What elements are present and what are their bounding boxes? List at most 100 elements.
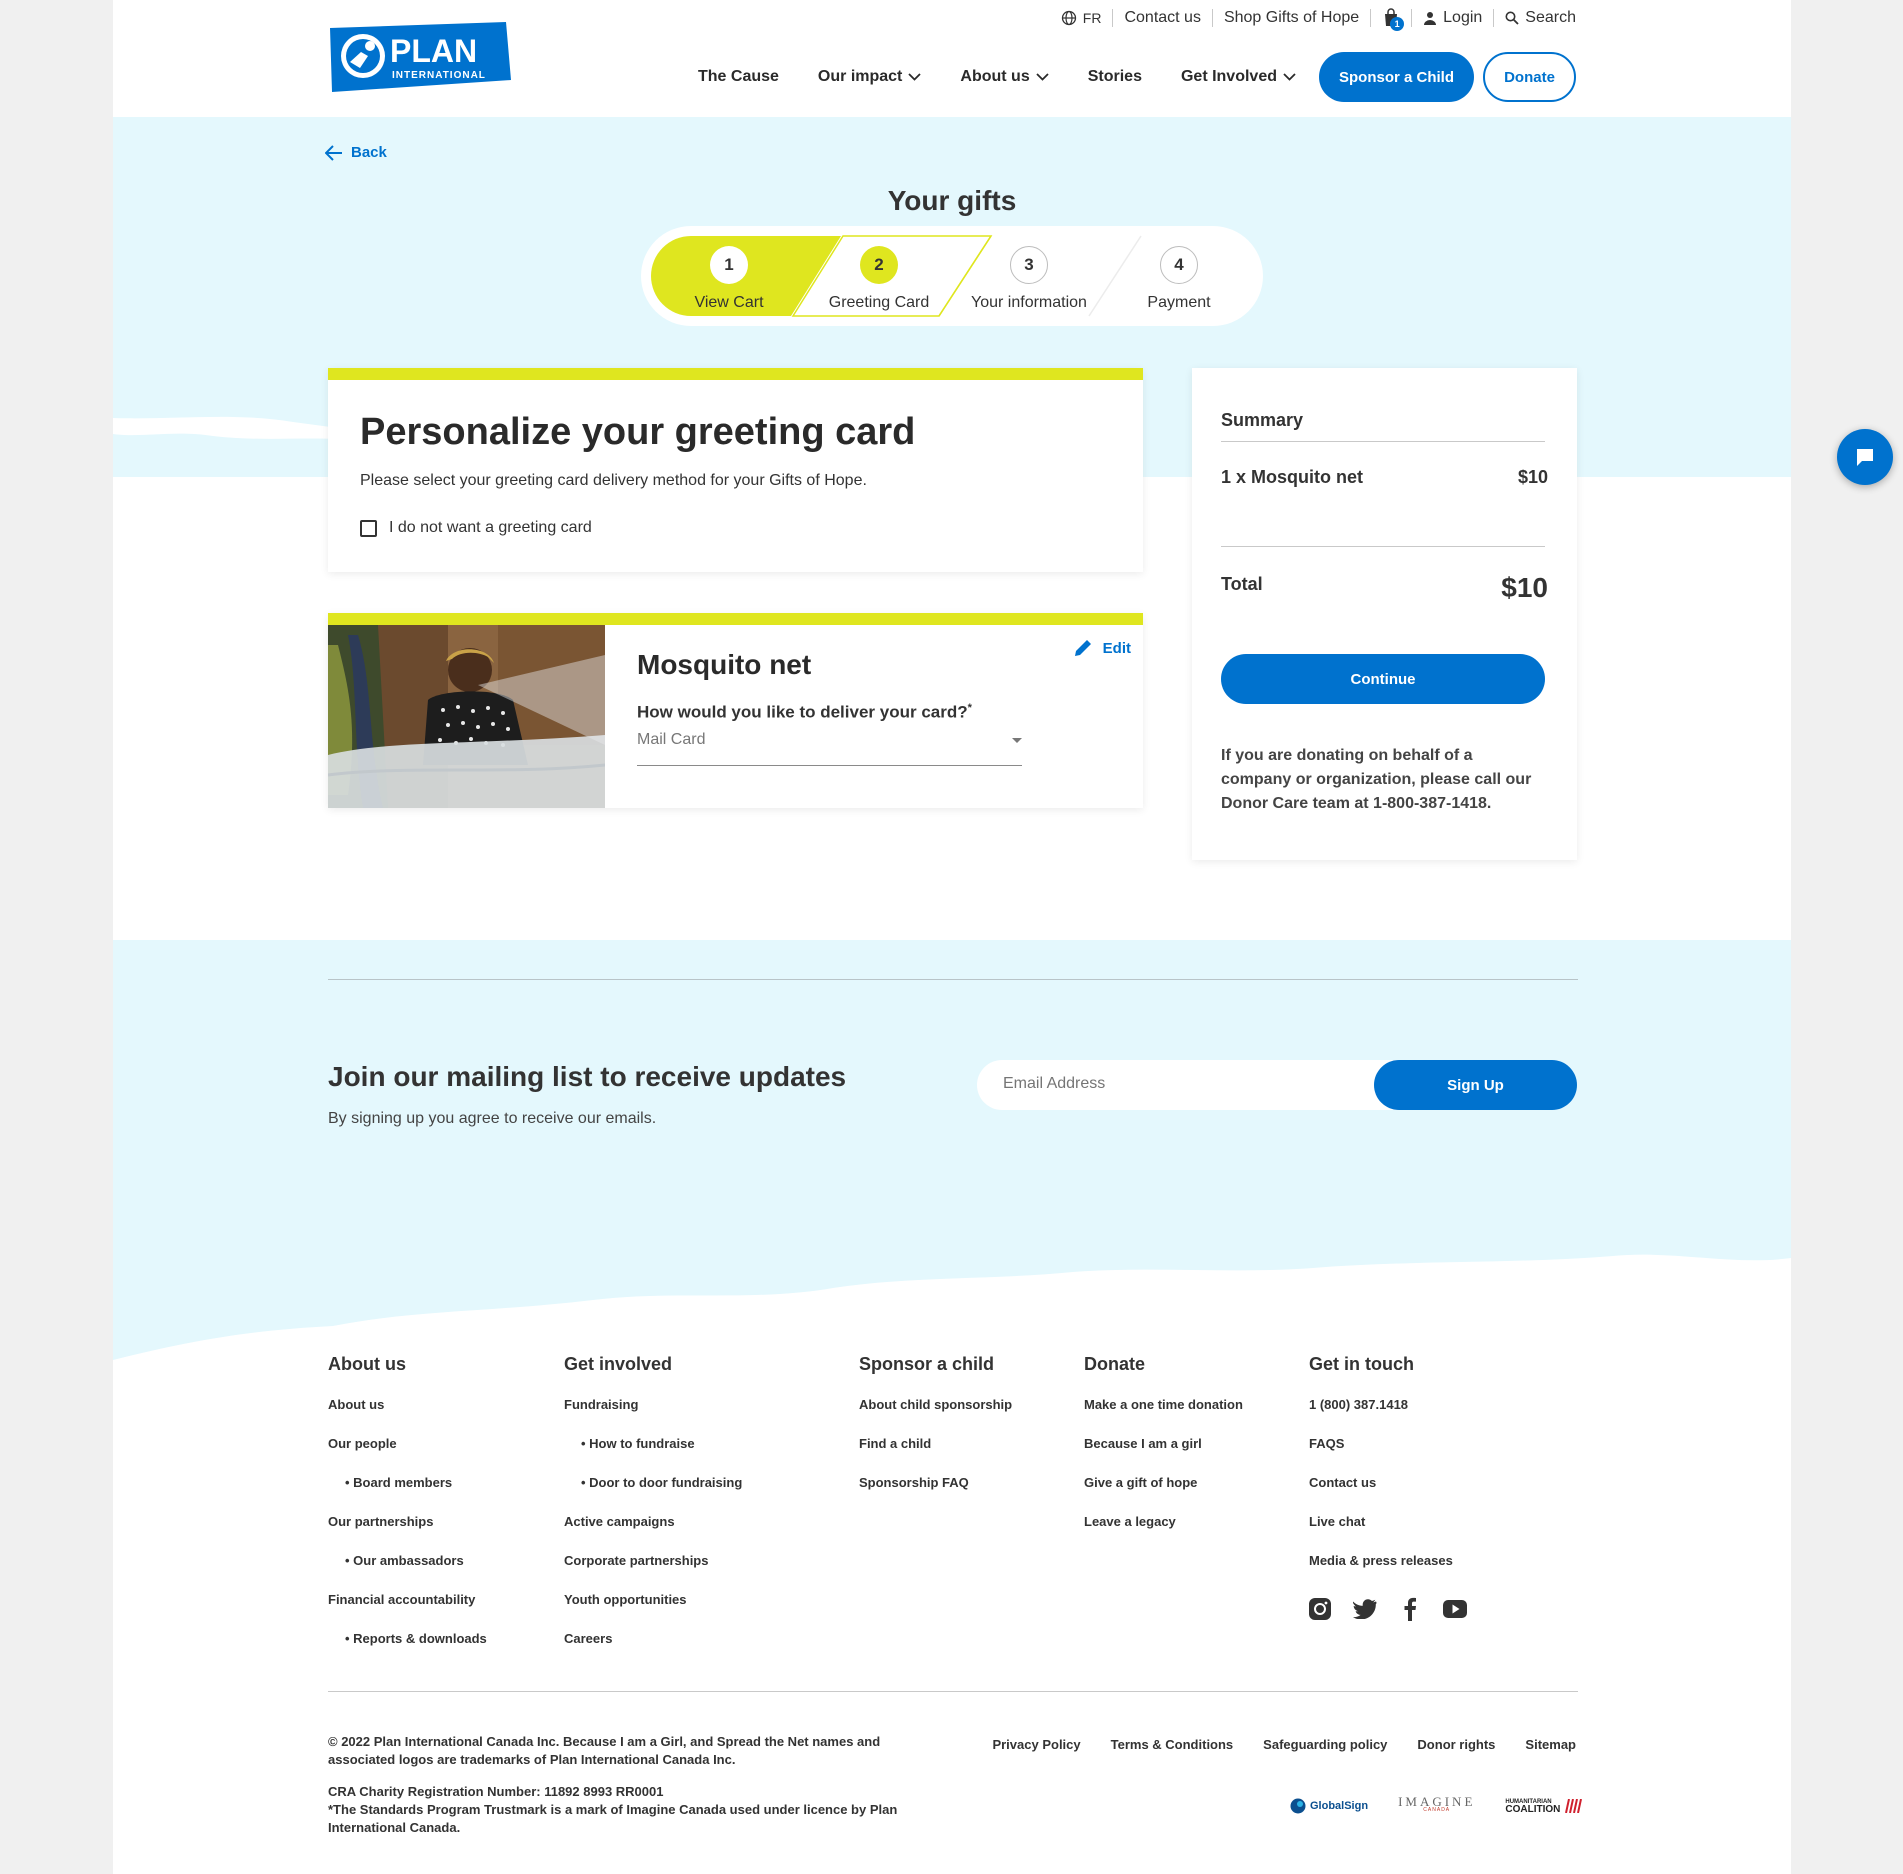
footer-col-title: Get in touch: [1309, 1354, 1414, 1374]
language-toggle[interactable]: FR: [1050, 10, 1113, 26]
youtube-icon[interactable]: [1443, 1597, 1467, 1621]
footer-link[interactable]: Youth opportunities: [564, 1592, 742, 1631]
footer-col-title: Get involved: [564, 1354, 673, 1374]
checkbox-label: I do not want a greeting card: [389, 519, 592, 536]
footer-link[interactable]: Financial accountability: [328, 1592, 487, 1631]
footer-link[interactable]: Our partnerships: [328, 1514, 487, 1553]
gift-item-panel: Mosquito net Edit How would you like to …: [328, 613, 1143, 808]
sitemap-link[interactable]: Sitemap: [1525, 1737, 1576, 1752]
instagram-icon[interactable]: [1308, 1597, 1332, 1621]
site-header: PLAN INTERNATIONAL FR Contact us Shop Gi…: [113, 0, 1791, 117]
checkout-stepper: 1 View Cart 2 Greeting Card 3 Your infor…: [641, 226, 1263, 326]
nav-label: Our impact: [817, 68, 903, 85]
facebook-icon[interactable]: [1398, 1597, 1422, 1621]
step-greeting-card[interactable]: 2 Greeting Card: [804, 226, 954, 326]
mosquito-net-photo: [328, 625, 605, 808]
footer-link[interactable]: Live chat: [1309, 1514, 1453, 1553]
step-payment[interactable]: 4 Payment: [1104, 226, 1254, 326]
nav-label: Get Involved: [1180, 68, 1277, 85]
nav-get-involved[interactable]: Get Involved: [1181, 68, 1296, 86]
footer-link[interactable]: Because I am a girl: [1084, 1436, 1243, 1475]
privacy-policy-link[interactable]: Privacy Policy: [992, 1737, 1080, 1752]
footer-link[interactable]: Contact us: [1309, 1475, 1453, 1514]
plan-international-logo[interactable]: PLAN INTERNATIONAL: [328, 22, 511, 92]
mailing-subtitle: By signing up you agree to receive our e…: [328, 1110, 657, 1127]
footer-link[interactable]: About us: [328, 1397, 487, 1436]
continue-button[interactable]: Continue: [1221, 654, 1545, 704]
step-view-cart[interactable]: 1 View Cart: [654, 226, 804, 326]
search-label: Search: [1525, 9, 1576, 26]
nav-about-us[interactable]: About us: [960, 68, 1049, 86]
search-button[interactable]: Search: [1494, 9, 1576, 27]
user-icon: [1424, 12, 1437, 25]
footer-link[interactable]: About child sponsorship: [859, 1397, 1012, 1436]
footer-col-title: Sponsor a child: [859, 1354, 995, 1374]
live-chat-button[interactable]: [1837, 429, 1893, 485]
footer-link[interactable]: Active campaigns: [564, 1514, 742, 1553]
page: PLAN INTERNATIONAL FR Contact us Shop Gi…: [113, 0, 1791, 1874]
contact-link[interactable]: Contact us: [1113, 9, 1211, 27]
donor-rights-link[interactable]: Donor rights: [1417, 1737, 1495, 1752]
globalsign-badge[interactable]: GlobalSign: [1290, 1798, 1368, 1814]
humanitarian-coalition-badge[interactable]: HUMANITARIAN COALITION: [1505, 1798, 1583, 1815]
email-field[interactable]: [1003, 1075, 1363, 1093]
footer-link[interactable]: Fundraising: [564, 1397, 742, 1436]
search-icon: [1505, 11, 1519, 25]
nav-the-cause[interactable]: The Cause: [698, 68, 779, 86]
footer-link[interactable]: • Reports & downloads: [328, 1631, 487, 1670]
footer-link[interactable]: • How to fundraise: [564, 1436, 742, 1475]
torn-edge-decoration: [113, 1254, 1791, 1370]
nav-our-impact[interactable]: Our impact: [817, 68, 922, 86]
social-links: [1308, 1597, 1467, 1621]
donate-button[interactable]: Donate: [1483, 52, 1576, 102]
footer-link[interactable]: • Door to door fundraising: [564, 1475, 742, 1514]
terms-link[interactable]: Terms & Conditions: [1111, 1737, 1234, 1752]
summary-title: Summary: [1221, 410, 1304, 430]
footer-link[interactable]: Give a gift of hope: [1084, 1475, 1243, 1514]
no-greeting-card-checkbox[interactable]: I do not want a greeting card: [360, 519, 592, 537]
back-link[interactable]: Back: [325, 144, 387, 161]
imagine-canada-badge[interactable]: IMAGINE CANADA: [1398, 1795, 1475, 1815]
footer-col-title: About us: [328, 1354, 406, 1374]
footer-link[interactable]: 1 (800) 387.1418: [1309, 1397, 1453, 1436]
required-marker: *: [967, 702, 972, 714]
greeting-card-panel: Personalize your greeting card Please se…: [328, 368, 1143, 572]
globe-icon: [1061, 10, 1076, 26]
footer-link[interactable]: Make a one time donation: [1084, 1397, 1243, 1436]
sponsor-a-child-button[interactable]: Sponsor a Child: [1319, 52, 1474, 102]
gift-name: Mosquito net: [637, 649, 812, 680]
delivery-method-select[interactable]: Mail Card: [637, 731, 1022, 766]
footer-link[interactable]: Corporate partnerships: [564, 1553, 742, 1592]
coalition-stripes-icon: [1565, 1799, 1583, 1813]
footer-link[interactable]: Our people: [328, 1436, 487, 1475]
footer-link[interactable]: Find a child: [859, 1436, 1012, 1475]
selected-option: Mail Card: [637, 731, 706, 748]
footer-link[interactable]: Careers: [564, 1631, 742, 1670]
safeguarding-link[interactable]: Safeguarding policy: [1263, 1737, 1387, 1752]
edit-gift-button[interactable]: Edit: [1073, 638, 1131, 658]
cart-button[interactable]: 1: [1371, 8, 1411, 31]
login-link[interactable]: Login: [1412, 9, 1493, 27]
page-title: Your gifts: [887, 185, 1017, 216]
footer-link[interactable]: • Our ambassadors: [328, 1553, 487, 1592]
nav-label: Stories: [1087, 68, 1142, 85]
back-label: Back: [351, 144, 387, 161]
footer-link[interactable]: FAQS: [1309, 1436, 1453, 1475]
footer-link[interactable]: Sponsorship FAQ: [859, 1475, 1012, 1514]
footer-col-about: About us About us Our people • Board mem…: [328, 1354, 487, 1670]
footer-link[interactable]: Media & press releases: [1309, 1553, 1453, 1592]
shop-gifts-link[interactable]: Shop Gifts of Hope: [1213, 9, 1370, 27]
footer-link[interactable]: • Board members: [328, 1475, 487, 1514]
step-your-information[interactable]: 3 Your information: [954, 226, 1104, 326]
summary-item-price: $10: [1517, 467, 1548, 487]
step-label: Greeting Card: [828, 294, 930, 311]
sign-up-button[interactable]: Sign Up: [1374, 1060, 1577, 1110]
divider: [328, 1691, 1578, 1692]
twitter-icon[interactable]: [1353, 1597, 1377, 1621]
humanitarian-coalition-text: HUMANITARIAN COALITION: [1505, 1798, 1560, 1815]
checkbox-box[interactable]: [360, 519, 377, 537]
trust-badges: GlobalSign IMAGINE CANADA HUMANITARIAN C…: [1290, 1795, 1583, 1815]
edit-label: Edit: [1102, 639, 1131, 657]
nav-stories[interactable]: Stories: [1088, 68, 1142, 86]
footer-link[interactable]: Leave a legacy: [1084, 1514, 1243, 1553]
